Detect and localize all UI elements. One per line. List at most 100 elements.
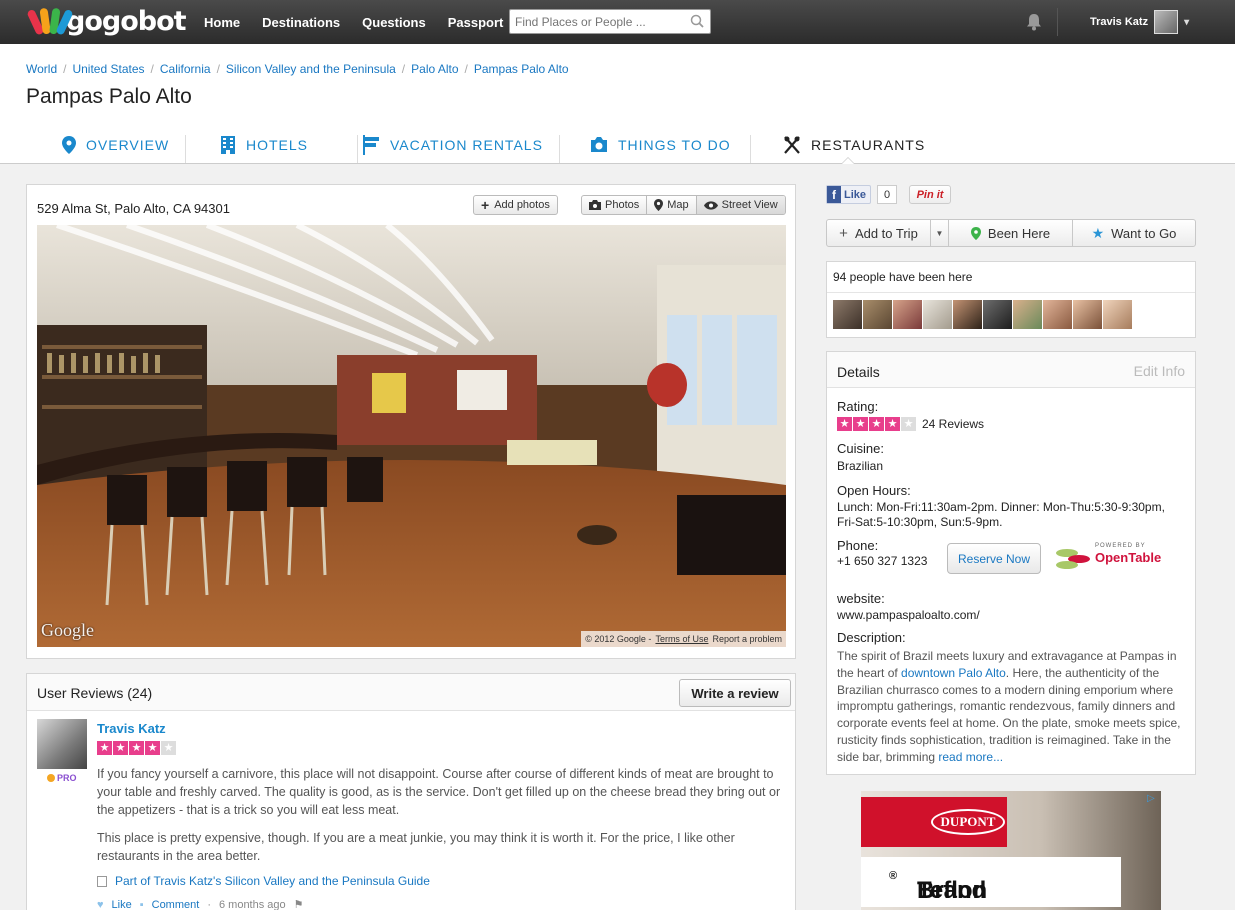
user-menu[interactable]: Travis Katz ▾ [1090,9,1189,35]
eye-icon [703,200,718,210]
teflon-text: Teflon ® Brand [889,867,987,904]
registered-mark: ® [889,870,898,882]
map-pin-icon [970,226,981,240]
breadcrumb-pampas[interactable]: Pampas Palo Alto [474,62,569,76]
tab-things-to-do[interactable]: THINGS TO DO [560,126,751,163]
breadcrumb-separator: / [464,62,468,76]
tab-vacation-rentals[interactable]: VACATION RENTALS [358,126,560,163]
visitor-avatar[interactable] [923,300,952,329]
reserve-now-button[interactable]: Reserve Now [947,543,1041,574]
logo[interactable]: gogobot [26,4,187,38]
visitor-avatar[interactable] [863,300,892,329]
phone-label: Phone: [837,538,879,553]
reviewer-avatar[interactable] [37,719,87,769]
breadcrumb-palo-alto[interactable]: Palo Alto [411,62,458,76]
breadcrumb-california[interactable]: California [160,62,211,76]
facebook-like-button[interactable]: f Like [826,185,872,204]
breadcrumb-united-states[interactable]: United States [72,62,144,76]
visitor-avatar[interactable] [983,300,1012,329]
visitor-avatar[interactable] [833,300,862,329]
website-link[interactable]: www.pampaspaloalto.com/ [837,608,980,623]
visitor-avatar[interactable] [953,300,982,329]
fork-knife-icon [784,135,800,154]
visitor-avatar[interactable] [893,300,922,329]
add-to-trip-button[interactable]: + Add to Trip [827,220,931,246]
star-empty-icon: ★ [901,417,916,431]
plus-icon: + [839,224,848,242]
opentable-logo[interactable]: POWERED BY OpenTable [1053,543,1163,573]
breadcrumb-world[interactable]: World [26,62,57,76]
divider [827,292,1195,293]
visitor-avatar[interactable] [1043,300,1072,329]
breadcrumb-separator: / [150,62,154,76]
read-more-link[interactable]: read more... [938,750,1003,764]
tab-overview[interactable]: OVERVIEW [26,126,186,163]
details-rating: ★ ★ ★ ★ ★ 24 Reviews [837,417,984,431]
breadcrumb-separator: / [63,62,67,76]
guide-link-text[interactable]: Part of Travis Katz's Silicon Valley and… [115,874,430,888]
hotel-icon [221,135,235,154]
ad-choices-icon[interactable]: ▷ [1147,793,1159,805]
add-to-trip-dropdown[interactable]: ▼ [931,220,949,246]
write-review-button[interactable]: Write a review [679,679,791,707]
tab-label: THINGS TO DO [618,136,731,153]
street-view-button[interactable]: Street View [696,196,785,214]
street-view-panorama[interactable]: Google © 2012 Google - Terms of Use Repo… [37,225,786,647]
breadcrumb-silicon-valley[interactable]: Silicon Valley and the Peninsula [226,62,396,76]
want-to-go-button[interactable]: ★ Want to Go [1073,220,1195,246]
flag-icon[interactable]: ⚑ [294,898,304,910]
separator: · [207,898,211,910]
pinterest-button[interactable]: Pin it [909,185,952,204]
logo-mark-icon [26,6,74,36]
review-time: 6 months ago [218,898,286,910]
nav-questions[interactable]: Questions [362,15,426,30]
notification-bell-icon[interactable] [1026,13,1042,31]
visitor-avatar[interactable] [1103,300,1132,329]
downtown-link[interactable]: downtown Palo Alto [901,666,1006,680]
terms-link[interactable]: Terms of Use [655,634,708,644]
like-link[interactable]: Like [112,899,132,910]
dupont-text: DUPONT [931,809,1005,835]
nav-destinations[interactable]: Destinations [262,15,340,30]
search-box [509,9,711,34]
rating-label: Rating: [837,399,879,414]
search-icon[interactable] [690,14,704,28]
tab-hotels[interactable]: HOTELS [186,126,358,163]
add-photos-button[interactable]: + Add photos [473,195,558,215]
review-count[interactable]: 24 Reviews [922,417,984,431]
edit-info-link[interactable]: Edit Info [1134,363,1185,379]
comment-link[interactable]: Comment [152,899,200,910]
cuisine-label: Cuisine: [837,441,884,456]
nav-passport[interactable]: Passport [448,15,504,30]
star-empty-icon: ★ [161,741,176,755]
visitor-avatar[interactable] [1073,300,1102,329]
award-icon [47,774,55,782]
star-icon: ★ [1091,224,1105,241]
logo-text: gogobot [66,5,187,37]
facebook-like-count: 0 [877,185,898,204]
facebook-icon: f [827,186,841,203]
been-here-count: 94 people have been here [833,270,973,284]
reviewer-name[interactable]: Travis Katz [97,721,166,736]
report-problem-link[interactable]: Report a problem [712,634,782,644]
photos-view-button[interactable]: Photos [582,196,648,214]
review-paragraph: This place is pretty expensive, though. … [97,831,735,863]
map-view-button[interactable]: Map [647,196,697,214]
search-input[interactable] [510,10,680,33]
advertisement[interactable]: DUPONT Teflon ® Brand ▷ [861,791,1161,910]
street-view-label: Street View [721,199,778,211]
visitor-avatar[interactable] [1013,300,1042,329]
camera-icon [589,200,601,210]
tab-label: OVERVIEW [86,136,170,153]
chevron-down-icon: ▾ [1184,16,1190,28]
been-here-button[interactable]: Been Here [949,220,1073,246]
active-tab-caret [841,157,855,164]
map-pin-icon [62,135,76,154]
review-guide-link[interactable]: Part of Travis Katz's Silicon Valley and… [97,874,430,888]
nav-home[interactable]: Home [204,15,240,30]
facebook-like-label: Like [844,188,867,201]
page-title: Pampas Palo Alto [26,85,192,108]
address: 529 Alma St, Palo Alto, CA 94301 [37,201,230,216]
cuisine-link[interactable]: Brazilian [837,459,883,474]
details-title: Details [837,364,880,380]
